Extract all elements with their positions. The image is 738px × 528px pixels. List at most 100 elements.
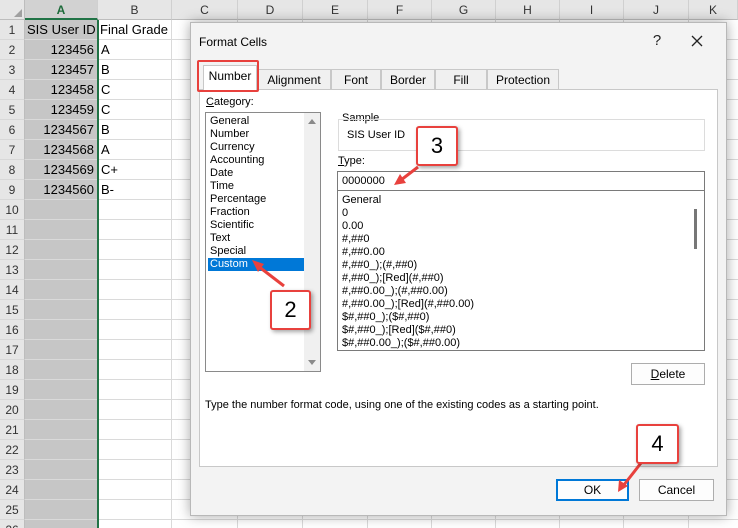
hint-text: Type the number format code, using one o… <box>205 399 599 411</box>
format-code-item[interactable]: #,##0_);[Red](#,##0) <box>342 272 444 285</box>
row-header-18[interactable]: 18 <box>0 360 25 380</box>
row-header-2[interactable]: 2 <box>0 40 25 60</box>
category-item-date[interactable]: Date <box>208 167 310 180</box>
column-header-b[interactable]: B <box>98 0 172 20</box>
row-header-26[interactable]: 26 <box>0 520 25 528</box>
tab-number[interactable]: Number <box>203 65 257 90</box>
row-header-19[interactable]: 19 <box>0 380 25 400</box>
help-icon[interactable]: ? <box>647 31 667 51</box>
cell-grade[interactable]: A <box>99 140 172 160</box>
scroll-thumb[interactable] <box>694 209 697 249</box>
tab-alignment[interactable]: Alignment <box>257 69 331 89</box>
category-item-fraction[interactable]: Fraction <box>208 206 310 219</box>
format-code-item[interactable]: $#,##0_);($#,##0) <box>342 311 429 324</box>
tab-protection[interactable]: Protection <box>487 69 559 89</box>
row-header-5[interactable]: 5 <box>0 100 25 120</box>
row-header-8[interactable]: 8 <box>0 160 25 180</box>
category-item-accounting[interactable]: Accounting <box>208 154 310 167</box>
cell-grade[interactable]: C <box>99 100 172 120</box>
column-header-k[interactable]: K <box>689 0 738 20</box>
format-code-item[interactable]: 0.00 <box>342 220 363 233</box>
format-code-item[interactable]: #,##0.00_);[Red](#,##0.00) <box>342 298 474 311</box>
delete-button[interactable]: Delete <box>631 363 705 385</box>
format-code-item[interactable]: $#,##0.00_);($#,##0.00) <box>342 337 460 350</box>
column-header-g[interactable]: G <box>432 0 496 20</box>
cell-grade[interactable]: B- <box>99 180 172 200</box>
row-header-23[interactable]: 23 <box>0 460 25 480</box>
format-list-scrollbar[interactable] <box>688 191 704 350</box>
category-item-custom[interactable]: Custom <box>208 258 310 271</box>
column-header-c[interactable]: C <box>172 0 238 20</box>
row-header-21[interactable]: 21 <box>0 420 25 440</box>
row-header-15[interactable]: 15 <box>0 300 25 320</box>
category-item-general[interactable]: General <box>208 115 310 128</box>
row-header-22[interactable]: 22 <box>0 440 25 460</box>
ok-button[interactable]: OK <box>556 479 629 501</box>
column-header-d[interactable]: D <box>238 0 303 20</box>
column-header-h[interactable]: H <box>496 0 560 20</box>
row-header-17[interactable]: 17 <box>0 340 25 360</box>
row-header-6[interactable]: 6 <box>0 120 25 140</box>
cell-b1-header[interactable]: Final Grade <box>98 20 188 40</box>
category-item-currency[interactable]: Currency <box>208 141 310 154</box>
format-code-item[interactable]: #,##0.00 <box>342 246 385 259</box>
format-code-item[interactable]: #,##0_);(#,##0) <box>342 259 417 272</box>
category-item-number[interactable]: Number <box>208 128 310 141</box>
cell-user-id[interactable]: 123457 <box>25 60 97 80</box>
row-header-20[interactable]: 20 <box>0 400 25 420</box>
cell-user-id[interactable]: 123456 <box>25 40 97 60</box>
category-scrollbar[interactable] <box>304 113 320 371</box>
cell-user-id[interactable]: 1234568 <box>25 140 97 160</box>
cell-a1-header[interactable]: SIS User ID <box>25 20 98 40</box>
format-code-item[interactable]: 0 <box>342 207 348 220</box>
row-header-10[interactable]: 10 <box>0 200 25 220</box>
cell-user-id[interactable]: 1234560 <box>25 180 97 200</box>
type-input[interactable]: 0000000 <box>337 171 705 191</box>
format-code-item[interactable]: General <box>342 194 381 207</box>
cell-user-id[interactable]: 123459 <box>25 100 97 120</box>
cell-user-id[interactable]: 1234569 <box>25 160 97 180</box>
column-header-f[interactable]: F <box>368 0 432 20</box>
row-header-12[interactable]: 12 <box>0 240 25 260</box>
row-header-16[interactable]: 16 <box>0 320 25 340</box>
cell-user-id[interactable]: 123458 <box>25 80 97 100</box>
cell-user-id[interactable]: 1234567 <box>25 120 97 140</box>
select-all-corner[interactable] <box>0 0 25 20</box>
row-header-25[interactable]: 25 <box>0 500 25 520</box>
format-code-item[interactable]: #,##0.00_);(#,##0.00) <box>342 285 448 298</box>
row-header-14[interactable]: 14 <box>0 280 25 300</box>
cancel-button[interactable]: Cancel <box>639 479 714 501</box>
row-header-13[interactable]: 13 <box>0 260 25 280</box>
format-code-item[interactable]: $#,##0_);[Red]($#,##0) <box>342 324 456 337</box>
column-header-j[interactable]: J <box>624 0 689 20</box>
format-code-item[interactable]: #,##0 <box>342 233 370 246</box>
category-list[interactable]: General Number Currency Accounting Date Time P… <box>205 112 321 372</box>
tab-border[interactable]: Border <box>381 69 435 89</box>
column-header-e[interactable]: E <box>303 0 368 20</box>
scroll-up-icon[interactable] <box>308 119 316 124</box>
category-item-percentage[interactable]: Percentage <box>208 193 310 206</box>
close-icon[interactable] <box>686 31 708 51</box>
category-item-time[interactable]: Time <box>208 180 310 193</box>
column-header-a[interactable]: A <box>25 0 98 20</box>
category-item-special[interactable]: Special <box>208 245 310 258</box>
cell-grade[interactable]: B <box>99 120 172 140</box>
cell-grade[interactable]: B <box>99 60 172 80</box>
category-item-text[interactable]: Text <box>208 232 310 245</box>
category-item-scientific[interactable]: Scientific <box>208 219 310 232</box>
row-header-4[interactable]: 4 <box>0 80 25 100</box>
row-header-1[interactable]: 1 <box>0 20 25 40</box>
row-header-24[interactable]: 24 <box>0 480 25 500</box>
scroll-down-icon[interactable] <box>308 360 316 365</box>
cell-grade[interactable]: A <box>99 40 172 60</box>
row-header-7[interactable]: 7 <box>0 140 25 160</box>
row-header-3[interactable]: 3 <box>0 60 25 80</box>
format-code-list[interactable]: General 0 0.00 #,##0 #,##0.00 #,##0_);(#,##0)… <box>337 191 705 351</box>
tab-font[interactable]: Font <box>331 69 381 89</box>
row-header-9[interactable]: 9 <box>0 180 25 200</box>
cell-grade[interactable]: C+ <box>99 160 172 180</box>
tab-fill[interactable]: Fill <box>435 69 487 89</box>
row-header-11[interactable]: 11 <box>0 220 25 240</box>
cell-grade[interactable]: C <box>99 80 172 100</box>
column-header-i[interactable]: I <box>560 0 624 20</box>
